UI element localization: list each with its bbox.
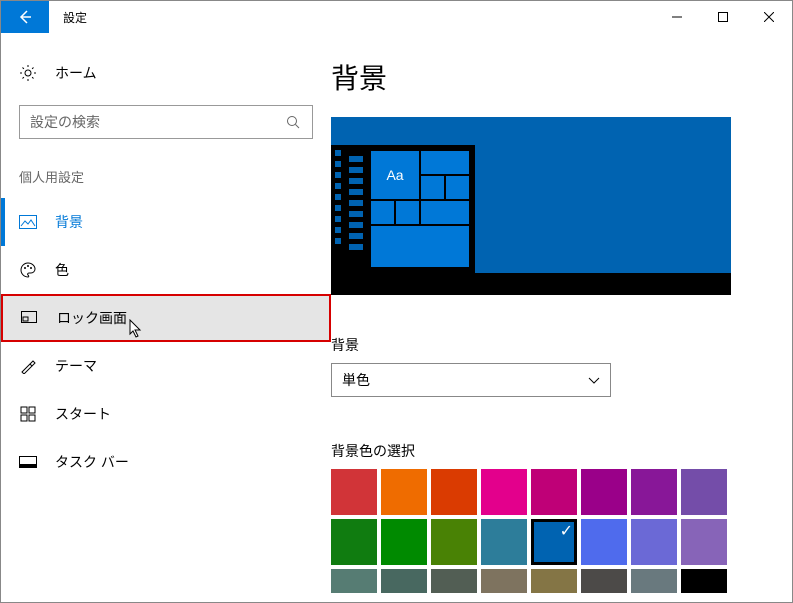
nav-item-label: テーマ (55, 356, 97, 376)
color-swatch[interactable] (531, 469, 577, 515)
preview-start-menu: Aa (331, 145, 475, 273)
nav-lockscreen[interactable]: ロック画面 (1, 294, 331, 342)
color-swatch[interactable] (631, 569, 677, 593)
color-swatch[interactable] (331, 469, 377, 515)
color-swatch[interactable] (431, 569, 477, 593)
color-swatch[interactable] (531, 569, 577, 593)
lock-screen-icon (21, 309, 39, 327)
theme-icon (19, 357, 37, 375)
color-swatch[interactable] (331, 569, 377, 593)
background-type-label: 背景 (331, 335, 752, 355)
background-color-label: 背景色の選択 (331, 441, 752, 461)
color-swatch[interactable] (381, 519, 427, 565)
back-button[interactable] (1, 1, 49, 33)
preview-taskbar (331, 273, 731, 295)
nav-colors[interactable]: 色 (1, 246, 331, 294)
window-title: 設定 (49, 1, 654, 33)
color-swatch[interactable] (481, 519, 527, 565)
color-swatch[interactable] (481, 569, 527, 593)
main-panel: 背景 Aa 背景 単色 背景色の選択 (331, 33, 792, 602)
nav-themes[interactable]: テーマ (1, 342, 331, 390)
color-swatch[interactable] (381, 569, 427, 593)
color-swatch[interactable] (631, 469, 677, 515)
search-icon (284, 113, 302, 131)
color-swatch[interactable] (381, 469, 427, 515)
nav-item-label: タスク バー (55, 452, 129, 472)
nav-background[interactable]: 背景 (1, 198, 331, 246)
nav-item-label: 色 (55, 260, 69, 280)
dropdown-value: 単色 (342, 370, 370, 390)
home-link[interactable]: ホーム (1, 57, 331, 89)
color-swatch[interactable] (681, 469, 727, 515)
color-swatch[interactable] (581, 569, 627, 593)
close-icon (764, 12, 774, 22)
background-preview: Aa (331, 117, 731, 295)
titlebar: 設定 (1, 1, 792, 33)
color-swatch[interactable] (331, 519, 377, 565)
color-swatch[interactable] (431, 469, 477, 515)
picture-icon (19, 213, 37, 231)
home-label: ホーム (55, 63, 97, 83)
nav-item-label: スタート (55, 404, 111, 424)
nav-taskbar[interactable]: タスク バー (1, 438, 331, 486)
search-placeholder: 設定の検索 (30, 112, 100, 132)
sidebar: ホーム 設定の検索 個人用設定 背景 色 ロック画面 (1, 33, 331, 602)
minimize-button[interactable] (654, 1, 700, 33)
background-type-dropdown[interactable]: 単色 (331, 363, 611, 397)
preview-tile-aa: Aa (371, 151, 419, 199)
color-swatch[interactable] (481, 469, 527, 515)
maximize-button[interactable] (700, 1, 746, 33)
color-swatch[interactable] (681, 569, 727, 593)
color-swatch[interactable] (581, 469, 627, 515)
gear-icon (19, 64, 37, 82)
palette-icon (19, 261, 37, 279)
taskbar-icon (19, 453, 37, 471)
nav-item-label: 背景 (55, 212, 83, 232)
color-swatch[interactable] (681, 519, 727, 565)
minimize-icon (672, 12, 682, 22)
start-icon (19, 405, 37, 423)
color-swatch[interactable] (581, 519, 627, 565)
section-label: 個人用設定 (1, 167, 331, 198)
close-button[interactable] (746, 1, 792, 33)
color-swatch[interactable] (531, 519, 577, 565)
search-input[interactable]: 設定の検索 (19, 105, 313, 139)
arrow-left-icon (17, 9, 33, 25)
nav-start[interactable]: スタート (1, 390, 331, 438)
page-title: 背景 (331, 57, 752, 97)
color-swatch[interactable] (431, 519, 477, 565)
nav-item-label: ロック画面 (57, 308, 127, 328)
color-swatch[interactable] (631, 519, 677, 565)
chevron-down-icon (588, 372, 600, 388)
maximize-icon (718, 12, 728, 22)
color-swatches (331, 469, 731, 593)
